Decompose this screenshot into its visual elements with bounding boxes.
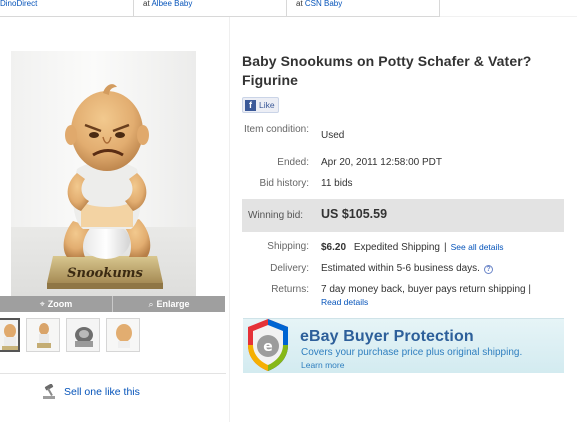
svg-text:e: e — [263, 339, 273, 355]
shipping-label: Shipping: — [267, 241, 309, 252]
image-controls-bar: ⌖ Zoom ⌕ Enlarge — [0, 296, 225, 312]
bid-history-link[interactable]: 11 bids — [321, 178, 353, 190]
ad-link-csn-baby[interactable]: at CSN Baby — [296, 0, 342, 17]
ad-divider — [439, 0, 440, 17]
delivery-label: Delivery: — [270, 263, 309, 274]
item-condition-label: Item condition: — [243, 124, 309, 135]
column-divider — [229, 17, 230, 422]
thumbnail[interactable] — [106, 318, 140, 352]
thumbnail[interactable] — [0, 318, 20, 352]
thumbnail[interactable] — [26, 318, 60, 352]
winning-bid-value: US $105.59 — [321, 207, 388, 221]
ad-strip: DinoDirect at Albee Baby at CSN Baby — [0, 0, 577, 17]
ad-prefix: at — [296, 0, 305, 8]
buyer-protection-title: eBay Buyer Protection — [300, 328, 474, 345]
thumbnail-image — [0, 320, 18, 350]
item-condition-value: Used — [321, 130, 345, 141]
thumbnail[interactable] — [66, 318, 100, 352]
enlarge-button[interactable]: ⌕ Enlarge — [113, 296, 225, 312]
magnifier-icon: ⌕ — [148, 299, 154, 309]
sell-one-like-this-link[interactable]: Sell one like this — [42, 384, 140, 400]
returns-label: Returns: — [271, 284, 309, 295]
figurine-image: Snookums — [47, 84, 163, 289]
shipping-value: $6.20 Expedited Shipping | See all details — [321, 241, 504, 254]
sell-one-label: Sell one like this — [64, 386, 140, 398]
ad-underline — [440, 16, 577, 17]
zoom-icon: ⌖ — [39, 299, 45, 309]
enlarge-label: Enlarge — [156, 299, 190, 309]
main-product-photo[interactable]: Snookums — [11, 51, 196, 296]
like-label: Like — [259, 100, 275, 110]
zoom-label: Zoom — [47, 299, 73, 309]
facebook-icon: f — [245, 99, 256, 111]
returns-value: 7 day money back, buyer pays return ship… — [321, 284, 531, 295]
help-icon[interactable]: ? — [483, 265, 493, 274]
zoom-button[interactable]: ⌖ Zoom — [0, 296, 113, 312]
gavel-icon — [43, 384, 55, 399]
ad-divider — [286, 0, 287, 17]
read-details-link[interactable]: Read details — [321, 296, 368, 308]
ad-link-albee-baby[interactable]: at Albee Baby — [143, 0, 192, 17]
ended-value: Apr 20, 2011 12:58:00 PDT — [321, 157, 443, 168]
buyer-protection-banner[interactable]: e eBay Buyer Protection Covers your purc… — [243, 318, 564, 373]
buyer-protection-shield-icon: e — [248, 319, 288, 371]
ad-name: Albee Baby — [151, 0, 193, 8]
ad-name: DinoDirect — [0, 0, 38, 8]
thumbnail-image — [27, 319, 59, 351]
figurine-base-text: Snookums — [67, 266, 143, 281]
item-title: Baby Snookums on Potty Schafer & Vater? … — [242, 53, 532, 88]
ad-underline — [0, 16, 440, 17]
left-divider — [0, 373, 226, 374]
ad-link-dinodirect[interactable]: DinoDirect — [0, 0, 37, 17]
bid-history-label: Bid history: — [259, 178, 309, 189]
ad-divider — [133, 0, 134, 17]
thumbnail-image — [107, 319, 139, 351]
facebook-like-button[interactable]: f Like — [242, 97, 279, 113]
see-all-details-link[interactable]: See all details — [451, 242, 504, 252]
buyer-protection-subtitle: Covers your purchase price plus original… — [301, 347, 523, 358]
thumbnail-image — [67, 319, 99, 351]
ad-name: CSN Baby — [304, 0, 343, 8]
shipping-method: Expedited Shipping — [353, 242, 440, 253]
ended-label: Ended: — [277, 157, 309, 168]
shipping-cost: $6.20 — [321, 242, 347, 253]
winning-bid-label: Winning bid: — [248, 210, 304, 221]
pipe-separator: | — [444, 242, 447, 253]
delivery-text: Estimated within 5-6 business days. — [321, 263, 480, 274]
learn-more-link[interactable]: Learn more — [301, 360, 344, 370]
delivery-value: Estimated within 5-6 business days.? — [321, 263, 493, 275]
